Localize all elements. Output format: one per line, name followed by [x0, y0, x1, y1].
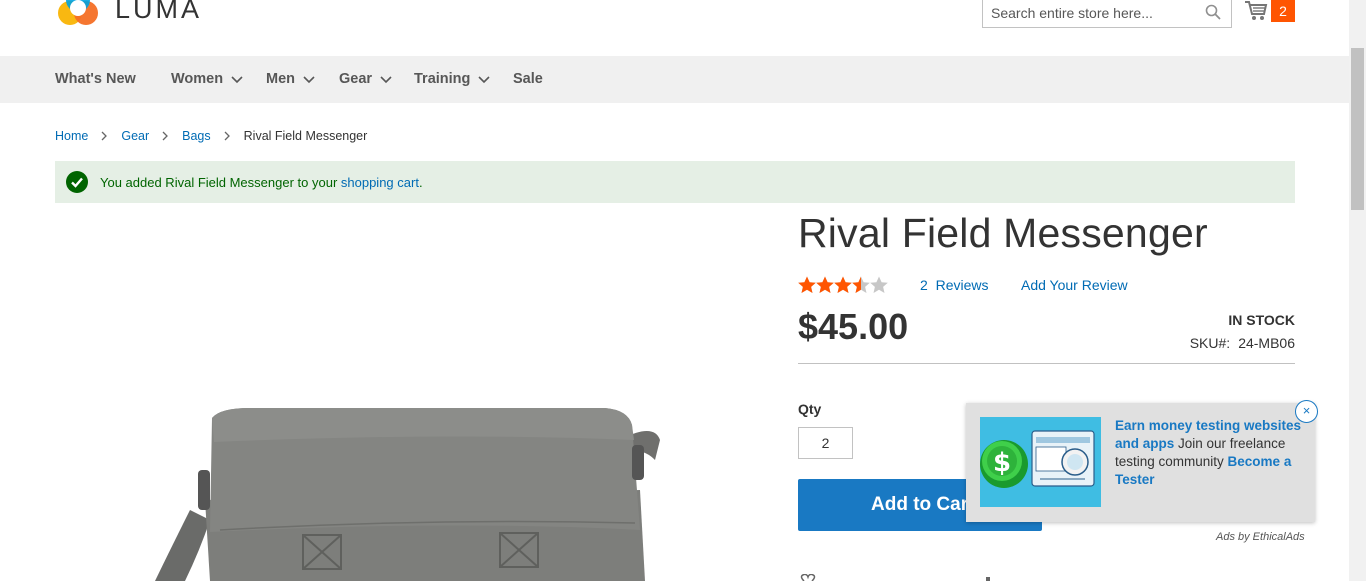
page-header: LUMA 2 [0, 0, 1349, 56]
chevron-right-icon [224, 131, 230, 141]
minicart[interactable]: 2 [1244, 0, 1296, 24]
message-prefix: You added Rival Field Messenger to your [100, 174, 341, 190]
ad-image[interactable]: $ [980, 417, 1101, 507]
cart-count-badge[interactable]: 2 [1271, 0, 1295, 22]
scrollbar-thumb[interactable] [1351, 48, 1364, 210]
product-price: $45.00 [798, 306, 909, 347]
nav-label: Gear [339, 71, 373, 87]
ad-close-button[interactable]: × [1295, 400, 1318, 423]
success-message: You added Rival Field Messenger to your … [55, 161, 1295, 203]
nav-label: Training [414, 71, 471, 87]
breadcrumb-bags-link[interactable]: Bags [182, 129, 211, 143]
nav-label: Women [171, 71, 224, 87]
stock-status: In stock [1228, 312, 1295, 328]
ethical-ad[interactable]: $ Earn money testing websites and apps J… [966, 400, 1318, 522]
sku-value: 24-MB06 [1238, 335, 1295, 351]
nav-item-men[interactable]: Men [266, 56, 315, 103]
search-icon[interactable] [1205, 4, 1221, 20]
chevron-right-icon [101, 131, 108, 141]
main-navigation: What's New Women Men Gear Training Sale [0, 56, 1349, 103]
nav-label: What's New [55, 71, 136, 87]
reviews-word: Reviews [935, 277, 989, 293]
qty-input[interactable] [798, 427, 853, 459]
nav-item-training[interactable]: Training [414, 56, 490, 103]
nav-label: Men [266, 71, 295, 87]
cart-icon[interactable] [1244, 0, 1268, 22]
chevron-down-icon [380, 75, 392, 83]
ad-text[interactable]: Earn money testing websites and apps Joi… [1115, 417, 1305, 489]
qty-label: Qty [798, 401, 822, 417]
product-image[interactable] [150, 380, 670, 581]
svg-text:$: $ [993, 448, 1011, 478]
reviews-link[interactable]: 2 Reviews [920, 277, 988, 293]
sku-label: SKU#: [1189, 335, 1231, 351]
luma-logo[interactable]: LUMA [55, 0, 202, 32]
shopping-cart-link[interactable]: shopping cart [341, 175, 419, 190]
nav-label: Sale [513, 71, 543, 87]
wishlist-compare-icons[interactable] [798, 574, 998, 581]
nav-item-women[interactable]: Women [171, 56, 243, 103]
rating-stars [798, 276, 888, 294]
product-title: Rival Field Messenger [798, 210, 1208, 256]
logo-text: LUMA [115, 0, 203, 24]
rating-stars-icon [798, 276, 888, 293]
ad-attribution[interactable]: Ads by EthicalAds [1216, 531, 1305, 543]
add-review-link[interactable]: Add Your Review [1021, 277, 1128, 293]
message-suffix: . [418, 174, 423, 190]
reviews-count: 2 [920, 277, 928, 293]
search-field[interactable] [982, 0, 1232, 28]
breadcrumb-gear-link[interactable]: Gear [121, 129, 149, 143]
chevron-down-icon [303, 75, 315, 83]
scrollbar[interactable] [1349, 0, 1366, 581]
chevron-down-icon [231, 75, 243, 83]
nav-item-gear[interactable]: Gear [339, 56, 392, 103]
nav-item-whats-new[interactable]: What's New [55, 56, 136, 103]
check-circle-icon [66, 171, 88, 193]
breadcrumb: Home Gear Bags Rival Field Messenger [55, 129, 367, 143]
search-input[interactable] [983, 0, 1193, 27]
product-sku: SKU#: 24-MB06 [1190, 335, 1295, 351]
breadcrumb-home-link[interactable]: Home [55, 129, 88, 143]
divider [798, 363, 1295, 364]
nav-item-sale[interactable]: Sale [513, 56, 543, 103]
luma-logo-icon [58, 0, 98, 25]
message-text: You added Rival Field Messenger to your … [100, 175, 423, 190]
breadcrumb-current: Rival Field Messenger [243, 129, 368, 143]
chevron-right-icon [162, 131, 169, 141]
chevron-down-icon [478, 75, 490, 83]
